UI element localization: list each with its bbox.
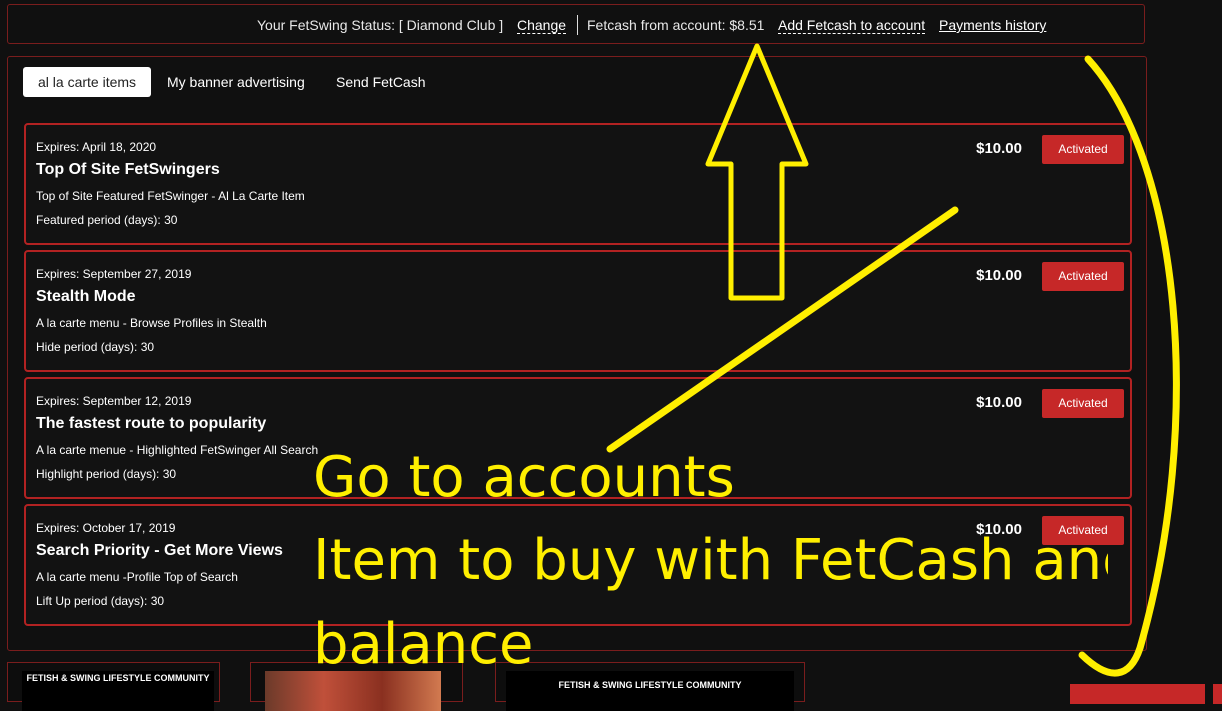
item-title: Stealth Mode — [36, 288, 136, 305]
item-price: $10.00 — [976, 140, 1022, 157]
item-card: Expires: April 18, 2020 Top Of Site FetS… — [24, 123, 1132, 245]
item-period: Featured period (days): 30 — [36, 213, 178, 227]
item-period: Highlight period (days): 30 — [36, 467, 177, 481]
tab-a-la-carte-items[interactable]: al la carte items — [23, 67, 152, 97]
item-expiry: Expires: October 17, 2019 — [36, 521, 176, 535]
activated-button[interactable]: Activated — [1042, 135, 1124, 164]
community-banner[interactable]: FETISH & SWING LIFESTYLE COMMUNITY — [495, 662, 805, 711]
tab-banner-advertising[interactable]: My banner advertising — [152, 67, 320, 97]
banner-text: FETISH & SWING LIFESTYLE COMMUNITY — [22, 671, 214, 711]
item-description: A la carte menu -Profile Top of Search — [36, 570, 238, 584]
item-title: Top Of Site FetSwingers — [36, 161, 220, 178]
item-title: Search Priority - Get More Views — [36, 542, 283, 559]
item-expiry: Expires: April 18, 2020 — [36, 140, 157, 154]
annotation-line-3: balance — [313, 612, 534, 677]
community-banner[interactable]: FETISH & SWING LIFESTYLE COMMUNITY — [7, 662, 220, 711]
item-period: Hide period (days): 30 — [36, 340, 155, 354]
account-status-bar: Your FetSwing Status: [ Diamond Club ] C… — [7, 4, 1145, 44]
banner-text: FETISH & SWING LIFESTYLE COMMUNITY — [506, 671, 794, 711]
annotation-line-2: Item to buy with FetCash and — [313, 528, 1108, 593]
item-card: Expires: September 27, 2019 Stealth Mode… — [24, 250, 1132, 372]
item-price: $10.00 — [976, 394, 1022, 411]
tab-send-fetcash[interactable]: Send FetCash — [321, 67, 441, 97]
activated-button[interactable]: Activated — [1042, 389, 1124, 418]
status-divider — [577, 15, 578, 35]
membership-status-text: Your FetSwing Status: [ Diamond Club ] — [257, 17, 504, 33]
change-status-link[interactable]: Change — [517, 17, 567, 34]
item-expiry: Expires: September 12, 2019 — [36, 394, 192, 408]
item-title: The fastest route to popularity — [36, 415, 267, 432]
bottom-red-button[interactable] — [1213, 684, 1222, 704]
item-price: $10.00 — [976, 267, 1022, 284]
add-fetcash-link[interactable]: Add Fetcash to account — [778, 17, 926, 34]
item-expiry: Expires: September 27, 2019 — [36, 267, 192, 281]
activated-button[interactable]: Activated — [1042, 262, 1124, 291]
item-description: A la carte menu - Browse Profiles in Ste… — [36, 316, 267, 330]
item-period: Lift Up period (days): 30 — [36, 594, 165, 608]
item-description: Top of Site Featured FetSwinger - Al La … — [36, 189, 305, 203]
banner-photo — [265, 671, 441, 711]
bottom-red-button[interactable] — [1070, 684, 1205, 704]
item-description: A la carte menue - Highlighted FetSwinge… — [36, 443, 319, 457]
annotation-line-1: Go to accounts — [313, 445, 735, 510]
annotation-line-2-clip: Item to buy with FetCash and — [313, 525, 1108, 605]
fetcash-balance-text: Fetcash from account: $8.51 — [587, 17, 765, 33]
payments-history-link[interactable]: Payments history — [939, 17, 1046, 33]
